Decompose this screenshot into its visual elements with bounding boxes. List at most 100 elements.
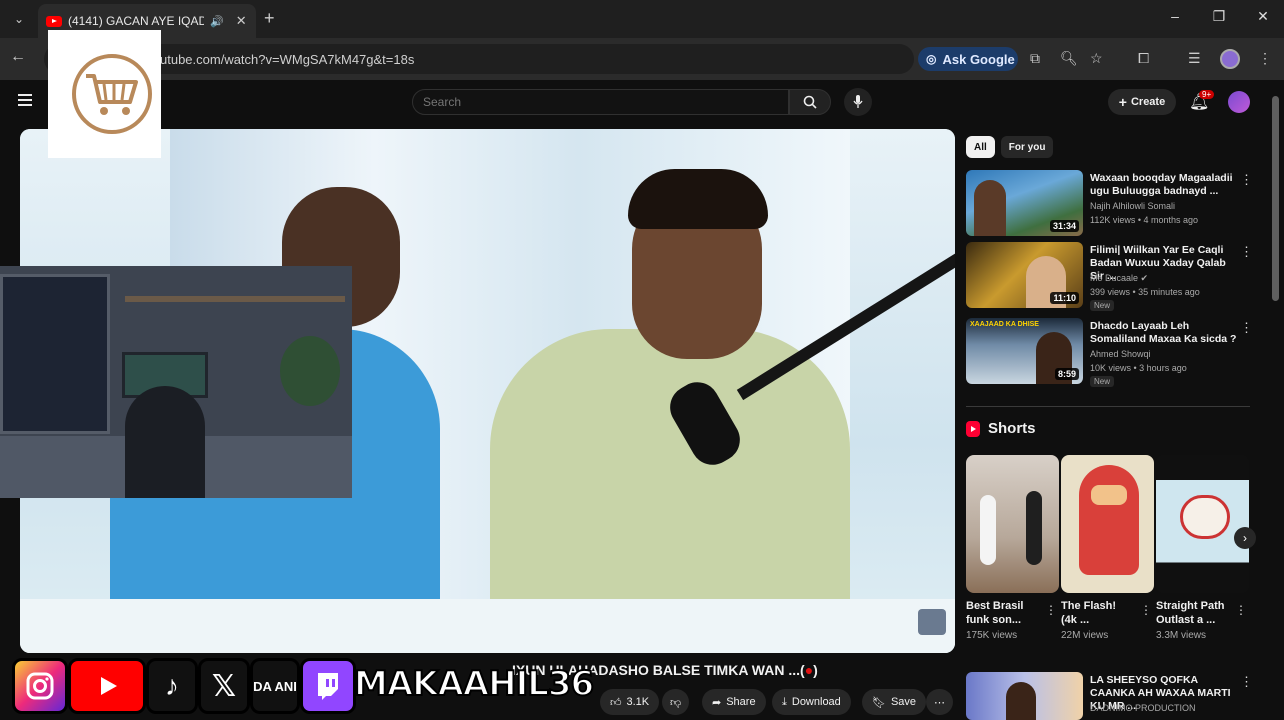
- page-scrollbar[interactable]: [1272, 96, 1279, 301]
- recommendation-item[interactable]: XAAJAAD KA DHISE 8:59 Dhacdo Layaab Leh …: [966, 318, 1256, 387]
- short-item[interactable]: Straight Path Outlast a ... 3.3M views ⋮: [1156, 455, 1249, 641]
- instagram-icon: [12, 658, 68, 714]
- save-button[interactable]: 🔖︎ Save: [862, 689, 927, 715]
- more-options-icon[interactable]: ⋮: [1045, 603, 1057, 617]
- filter-chips: All For you: [966, 136, 1054, 158]
- short-thumbnail[interactable]: [1061, 455, 1154, 593]
- short-title-line2: funk son...: [966, 614, 1021, 626]
- short-title-line1: The Flash!: [1061, 600, 1117, 612]
- video-duration: 31:34: [1049, 220, 1079, 232]
- account-avatar[interactable]: [1228, 91, 1250, 113]
- browser-profile-avatar[interactable]: [1220, 49, 1240, 69]
- share-arrow-icon: ➦: [712, 696, 722, 709]
- zoom-icon[interactable]: 🔍︎: [1060, 50, 1078, 67]
- channel-watermark[interactable]: [918, 609, 946, 635]
- chevron-right-icon[interactable]: ›: [1234, 527, 1256, 549]
- new-tab-button[interactable]: +: [264, 8, 275, 29]
- more-actions-button[interactable]: ⋯: [926, 689, 953, 715]
- x-icon: 𝕏: [198, 658, 250, 714]
- verified-check-icon: ✔: [1140, 273, 1149, 283]
- new-badge: New: [1090, 376, 1115, 387]
- social-handle: MAKAAHIL36: [353, 663, 595, 705]
- bookmark-star-icon[interactable]: ☆: [1090, 50, 1103, 67]
- short-thumbnail[interactable]: [966, 455, 1059, 593]
- url-text[interactable]: utube.com/watch?v=WMgSA7kM47g&t=18s: [160, 52, 414, 67]
- video-thumbnail[interactable]: [966, 672, 1083, 720]
- search-button[interactable]: [789, 89, 831, 115]
- share-button[interactable]: ➦ Share: [702, 689, 766, 715]
- youtube-favicon-icon: [46, 15, 62, 27]
- back-arrow-icon[interactable]: ←: [10, 48, 26, 66]
- recommendation-channel[interactable]: Mo Ducaale ✔: [1090, 273, 1148, 284]
- thumbs-down-icon: 👎︎: [670, 696, 682, 709]
- shorts-header: Shorts: [966, 420, 1036, 437]
- speaker-icon[interactable]: 🔊: [210, 15, 224, 28]
- sidebar-divider: [966, 406, 1250, 407]
- recommendation-title[interactable]: Waxaan booqday Magaaladii ugu Buluugga b…: [1090, 172, 1238, 198]
- share-label: Share: [726, 696, 756, 708]
- recommendation-channel[interactable]: Najih Alhilowli Somali: [1090, 201, 1175, 211]
- like-count: 3.1K: [626, 696, 650, 708]
- video-thumbnail[interactable]: XAAJAAD KA DHISE 8:59: [966, 318, 1083, 384]
- video-thumbnail[interactable]: 31:34: [966, 170, 1083, 236]
- short-item[interactable]: Best Brasil funk son... 175K views ⋮: [966, 455, 1059, 641]
- maximize-button[interactable]: ❐: [1204, 8, 1234, 25]
- ask-google-button[interactable]: ◎ Ask Google: [918, 47, 1018, 71]
- recommendation-title[interactable]: Dhacdo Layaab Leh Somaliland Maxaa Ka si…: [1090, 320, 1238, 346]
- reading-list-icon[interactable]: ☰: [1188, 50, 1201, 67]
- pip-overlay: [0, 266, 352, 498]
- recommendation-channel[interactable]: DADNIMO PRODUCTION: [1090, 703, 1196, 713]
- dislike-button[interactable]: 👎︎: [662, 689, 690, 715]
- menu-icon[interactable]: [18, 94, 32, 106]
- tab-close-icon[interactable]: ✕: [236, 13, 247, 29]
- more-options-icon[interactable]: ⋮: [1140, 603, 1152, 617]
- recommendation-channel[interactable]: Ahmed Showqi: [1090, 349, 1151, 359]
- video-thumbnail[interactable]: 11:10: [966, 242, 1083, 308]
- pip-person: [125, 386, 205, 498]
- more-options-icon[interactable]: ⋮: [1240, 674, 1253, 690]
- chrome-menu-icon[interactable]: ⋮: [1258, 50, 1272, 67]
- recommendation-item[interactable]: 31:34 Waxaan booqday Magaaladii ugu Bulu…: [966, 170, 1256, 238]
- save-label: Save: [890, 696, 917, 708]
- window-close-button[interactable]: ✕: [1248, 8, 1278, 25]
- tab-search-button[interactable]: ⌄: [8, 8, 30, 30]
- short-views: 175K views: [966, 630, 1018, 641]
- more-options-icon[interactable]: ⋮: [1240, 244, 1253, 260]
- voice-search-button[interactable]: [844, 88, 872, 116]
- minimize-button[interactable]: –: [1160, 8, 1190, 24]
- cast-icon[interactable]: ⧉: [1030, 50, 1040, 67]
- new-badge: New: [1090, 300, 1115, 311]
- shorts-label: Shorts: [988, 420, 1036, 437]
- microphone-icon: [853, 95, 863, 108]
- like-button[interactable]: 👍︎ 3.1K: [600, 689, 660, 715]
- extensions-icon[interactable]: ⧠: [1138, 50, 1149, 67]
- plus-icon: +: [1118, 94, 1127, 110]
- short-title-line2: Outlast a ...: [1156, 614, 1216, 626]
- red-emoji-icon: ●: [804, 662, 814, 678]
- partial-social-label: DA ANI: [250, 658, 300, 714]
- chip-for-you[interactable]: For you: [1000, 136, 1054, 158]
- chip-all[interactable]: All: [966, 136, 995, 158]
- thumbs-up-icon: 👍︎: [610, 696, 622, 709]
- twitch-icon: [300, 658, 356, 714]
- recommendation-item[interactable]: 11:10 Filimi| Wiilkan Yar Ee Caqli Badan…: [966, 242, 1256, 311]
- notification-badge: 9+: [1199, 90, 1215, 99]
- video-duration: 8:59: [1054, 368, 1079, 380]
- download-icon: ⤓: [782, 695, 787, 708]
- more-options-icon[interactable]: ⋮: [1235, 603, 1247, 617]
- pip-plant: [280, 336, 340, 406]
- create-label: Create: [1130, 96, 1166, 108]
- short-thumbnail[interactable]: [1156, 455, 1249, 593]
- search-input[interactable]: [412, 89, 789, 115]
- shorts-icon: [966, 420, 980, 437]
- short-item[interactable]: The Flash! (4k ... 22M views ⋮: [1061, 455, 1154, 641]
- recommendation-meta: 10K views • 3 hours ago: [1090, 363, 1187, 373]
- more-icon: ⋯: [934, 696, 945, 709]
- download-button[interactable]: ⤓ Download: [772, 689, 851, 715]
- more-options-icon[interactable]: ⋮: [1240, 320, 1253, 336]
- create-button[interactable]: + Create: [1108, 89, 1176, 115]
- more-options-icon[interactable]: ⋮: [1240, 172, 1253, 188]
- browser-tab-bar: ⌄ (4141) GACAN AYE IQADAY 🔊 ✕ + – ❐ ✕: [0, 0, 1284, 38]
- recommendation-item[interactable]: LA SHEEYSO QOFKA CAANKA AH WAXAA MARTI K…: [966, 672, 1256, 720]
- search-icon: [803, 95, 817, 109]
